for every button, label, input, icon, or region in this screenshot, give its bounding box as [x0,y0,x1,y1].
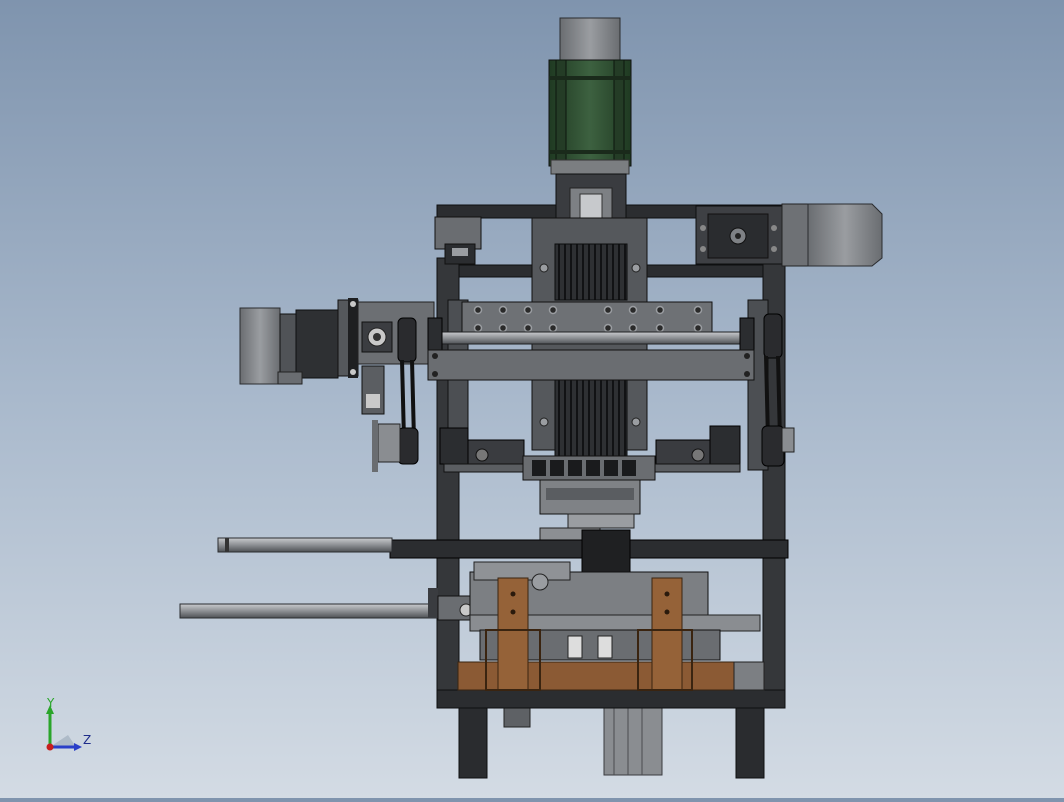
cad-viewport[interactable]: Y Z [0,0,1064,798]
guide-rod-lower [179,588,473,621]
machine-drawing [179,17,883,779]
crossbar [427,349,755,381]
top-left-bracket [434,216,482,265]
z-axis-label: Z [83,733,92,747]
coordinate-triad-icon: Y Z [40,696,100,760]
carriage-plate [461,301,713,337]
guide-rod-upper [217,537,393,553]
y-axis-label: Y [47,696,55,710]
right-stepper-motor [695,203,883,267]
machine-legs [458,704,765,779]
top-stepper-motor [548,17,632,175]
belt-drive-right [761,313,795,467]
